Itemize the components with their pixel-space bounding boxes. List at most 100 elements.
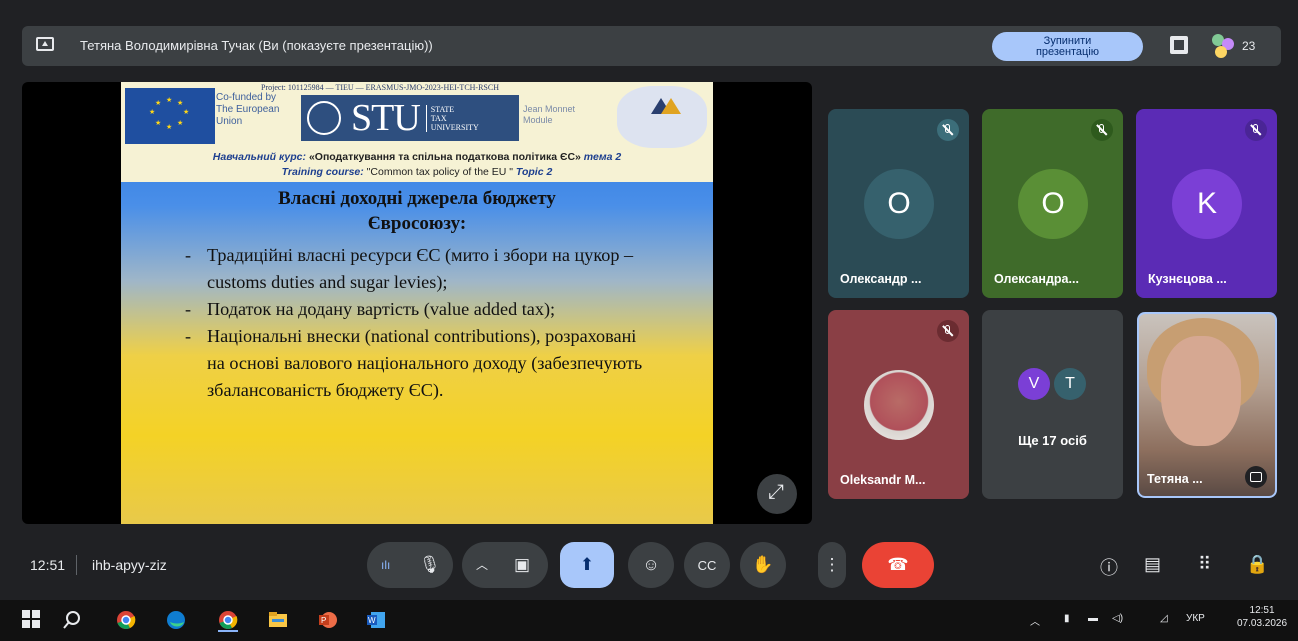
slide-title-line: Власні доходні джерела бюджету bbox=[278, 188, 556, 209]
self-video-tile[interactable]: Тетяна ... bbox=[1137, 312, 1277, 498]
participant-name: Олександра... bbox=[994, 272, 1079, 286]
meeting-controls: 12:51 ihb-apyy-ziz ılı 🎙 ︿ ▣ ⬆ ☺ CC ✋ ⋮ … bbox=[0, 540, 1298, 592]
windows-taskbar: P W ︿ ▮ ▬ ◁) ◿ УКР 12:51 07.03.2026 bbox=[0, 600, 1298, 641]
video-face bbox=[1161, 336, 1241, 446]
participant-name: Кузнєцова ... bbox=[1148, 272, 1227, 286]
captions-button[interactable]: CC bbox=[684, 542, 730, 588]
slide-bullets: - Традиційні власні ресурси ЄС (мито і зб… bbox=[181, 242, 643, 404]
divider bbox=[76, 555, 77, 575]
stu-subtitle: STATE TAX UNIVERSITY bbox=[425, 104, 479, 132]
picture-in-picture-icon[interactable] bbox=[1245, 466, 1267, 488]
chrome-icon[interactable] bbox=[116, 610, 136, 630]
info-icon[interactable]: ⓘ bbox=[1100, 554, 1118, 580]
emoji-icon: ☺ bbox=[642, 555, 660, 574]
presentation-slide: ★ ★ ★ ★ ★ ★ ★ ★ Co-funded by The Europea… bbox=[121, 82, 713, 524]
windows-start-icon[interactable] bbox=[22, 610, 42, 630]
edge-icon[interactable] bbox=[166, 610, 186, 630]
svg-text:P: P bbox=[321, 616, 326, 625]
participant-name: Олександр ... bbox=[840, 272, 922, 286]
network-icon[interactable]: ◿ bbox=[1160, 613, 1168, 624]
avatar: O bbox=[864, 169, 934, 239]
slide-bullet: - Податок на додану вартість (value added… bbox=[185, 299, 556, 319]
reactions-button[interactable]: ☺ bbox=[628, 542, 674, 588]
meeting-code: ihb-apyy-ziz bbox=[92, 557, 167, 573]
chevron-up-icon[interactable]: ︿ bbox=[1030, 613, 1040, 628]
avatar: T bbox=[1054, 368, 1086, 400]
slide-title: Власні доходні джерела бюджету Євросоюзу… bbox=[121, 186, 713, 236]
fullscreen-expand-button[interactable] bbox=[757, 474, 797, 514]
present-now-button[interactable]: ⬆ bbox=[560, 542, 614, 588]
participant-name: Тетяна ... bbox=[1147, 472, 1203, 486]
more-vert-icon: ⋮ bbox=[823, 555, 841, 574]
taskbar-time: 12:51 bbox=[1249, 605, 1275, 616]
search-icon[interactable] bbox=[62, 610, 82, 630]
language-indicator[interactable]: УКР bbox=[1186, 613, 1205, 624]
svg-text:W: W bbox=[368, 616, 376, 625]
avatar: K bbox=[1172, 169, 1242, 239]
raise-hand-button[interactable]: ✋ bbox=[740, 542, 786, 588]
hand-icon: ✋ bbox=[752, 555, 774, 574]
mic-off-icon bbox=[937, 320, 959, 342]
chat-icon[interactable]: ▤ bbox=[1144, 554, 1161, 575]
eu-flag-logo: ★ ★ ★ ★ ★ ★ ★ ★ bbox=[125, 88, 215, 144]
participant-tile[interactable]: O Олександра... bbox=[982, 109, 1123, 298]
powerpoint-icon[interactable]: P bbox=[318, 610, 338, 630]
file-explorer-icon[interactable] bbox=[268, 610, 288, 630]
mic-off-icon bbox=[1245, 119, 1267, 141]
meeting-time: 12:51 bbox=[30, 557, 66, 573]
stu-emblem-icon bbox=[307, 101, 341, 135]
mic-control-group: ılı 🎙 bbox=[367, 542, 453, 588]
activities-icon[interactable]: ⠿ bbox=[1198, 554, 1211, 575]
bullet-text: Традиційні власні ресурси ЄС (мито і збо… bbox=[207, 245, 634, 292]
course-ua-prefix: Навчальний курс: bbox=[212, 151, 309, 163]
stu-sub-line: TAX bbox=[430, 113, 447, 123]
chevron-up-icon[interactable]: ︿ bbox=[476, 542, 488, 588]
more-participants-tile[interactable]: V T Ще 17 осіб bbox=[982, 310, 1123, 499]
participant-name: Oleksandr M... bbox=[840, 473, 926, 487]
cofunded-line: The European bbox=[216, 104, 280, 115]
more-options-button[interactable]: ⋮ bbox=[818, 542, 846, 588]
camera-icon[interactable]: ▣ bbox=[514, 542, 530, 588]
stop-presenting-button[interactable]: Зупинити презентацію bbox=[992, 32, 1143, 61]
taskbar-clock[interactable]: 12:51 07.03.2026 bbox=[1237, 604, 1287, 630]
battery-icon[interactable]: ▬ bbox=[1088, 613, 1098, 624]
jean-monnet-text: Jean Monnet Module bbox=[523, 104, 575, 126]
participant-tile[interactable]: K Кузнєцова ... bbox=[1136, 109, 1277, 298]
presenter-title: Тетяна Володимирівна Тучак (Ви (показуєт… bbox=[80, 38, 433, 53]
leave-call-button[interactable]: ☎ bbox=[862, 542, 934, 588]
microphone-icon[interactable]: 🎙 bbox=[419, 542, 441, 588]
bullet-text: Національні внески (national contributio… bbox=[207, 326, 643, 400]
volume-icon[interactable]: ◁) bbox=[1112, 613, 1123, 624]
audio-level-icon: ılı bbox=[381, 558, 391, 572]
profile-photo bbox=[864, 370, 934, 440]
host-controls-icon[interactable]: 🔒 bbox=[1246, 554, 1268, 575]
course-ua-topic: тема 2 bbox=[580, 151, 622, 163]
course-en-topic: Topic 2 bbox=[513, 166, 553, 178]
stu-sub-line: STATE bbox=[430, 104, 455, 114]
layout-icon[interactable] bbox=[1170, 36, 1188, 54]
project-line: Project: 101125984 — TIEU — ERASMUS-JMO-… bbox=[261, 83, 499, 92]
course-en-prefix: Training course: bbox=[281, 166, 367, 178]
participants-count: 23 bbox=[1242, 39, 1256, 53]
cofunded-line: Union bbox=[216, 116, 243, 127]
word-icon[interactable]: W bbox=[366, 610, 386, 630]
mic-off-icon bbox=[937, 119, 959, 141]
course-en-name: "Common tax policy of the EU " bbox=[366, 166, 514, 178]
jean-line: Jean Monnet bbox=[523, 104, 576, 114]
avatar: O bbox=[1018, 169, 1088, 239]
cofunded-text: Co-funded by The European Union bbox=[216, 92, 279, 128]
participants-button[interactable]: 23 bbox=[1212, 32, 1272, 60]
usb-icon[interactable]: ▮ bbox=[1064, 613, 1070, 624]
slide-bullet: - Традиційні власні ресурси ЄС (мито і зб… bbox=[185, 245, 634, 292]
course-ua: Навчальний курс: «Оподаткування та спіль… bbox=[121, 151, 713, 163]
slide-bullet: - Національні внески (national contributi… bbox=[185, 326, 643, 400]
more-participants-label: Ще 17 осіб bbox=[1018, 433, 1087, 448]
participant-tile[interactable]: O Олександр ... bbox=[828, 109, 969, 298]
stu-letters: STU bbox=[351, 97, 421, 139]
participant-tile[interactable]: Oleksandr M... bbox=[828, 310, 969, 499]
present-screen-icon bbox=[36, 37, 54, 51]
chrome-active-icon[interactable] bbox=[218, 610, 238, 632]
slide-header: ★ ★ ★ ★ ★ ★ ★ ★ Co-funded by The Europea… bbox=[121, 82, 713, 182]
stu-sub-line: UNIVERSITY bbox=[430, 122, 479, 132]
taskbar-date: 07.03.2026 bbox=[1237, 618, 1288, 629]
